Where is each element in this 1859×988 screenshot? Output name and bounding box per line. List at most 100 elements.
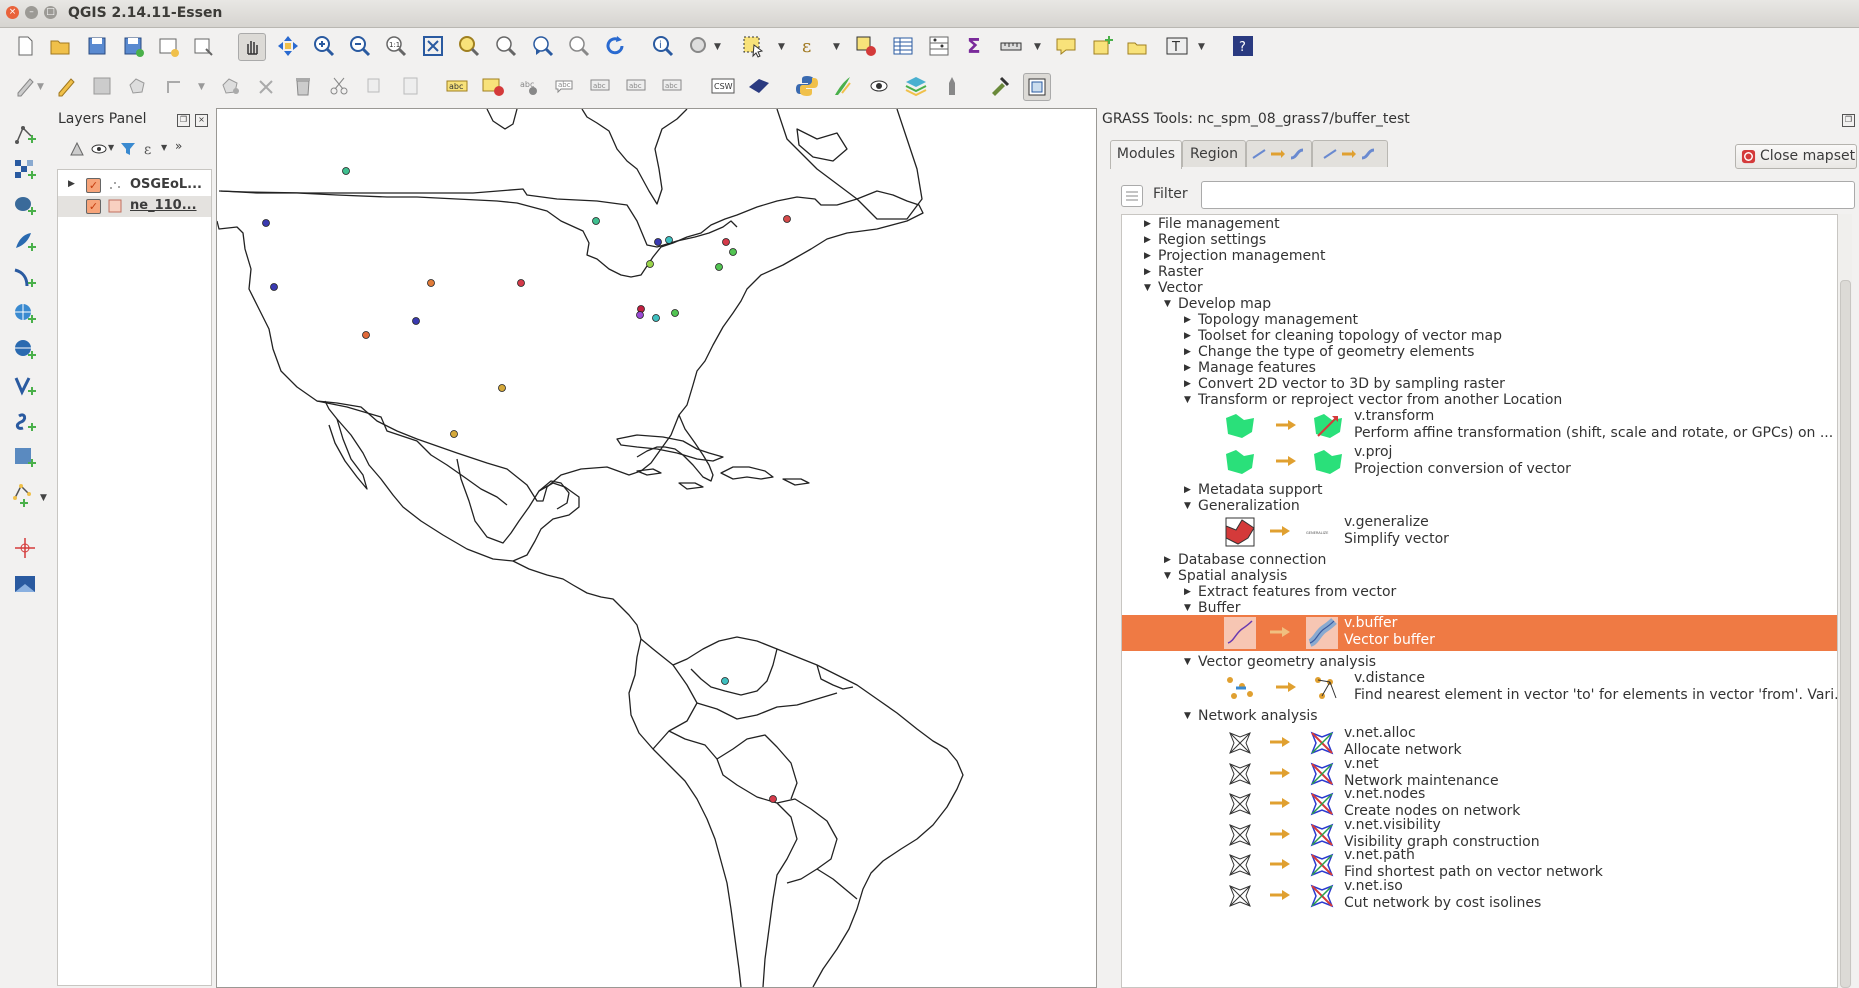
module-v-buffer[interactable]: v.buffer Vector buffer [1122, 615, 1837, 651]
grass-tools-icon[interactable] [830, 73, 856, 99]
add-wms-layer-icon[interactable] [11, 300, 39, 328]
window-maximize-button[interactable]: □ [44, 6, 57, 19]
module-v-net-iso[interactable]: v.net.iso Cut network by cost isolines [1122, 878, 1837, 914]
current-edits-icon[interactable] [12, 73, 38, 99]
map-tips-icon[interactable] [686, 33, 712, 59]
add-crosshair-icon[interactable] [11, 534, 39, 562]
add-delimited-text-layer-icon[interactable] [11, 408, 39, 436]
delete-part-icon[interactable] [254, 73, 280, 99]
text-annotation-tool-icon[interactable]: T [1164, 33, 1190, 59]
add-wfs-layer-icon[interactable] [11, 372, 39, 400]
float-panel-button[interactable]: ❐ [1842, 114, 1855, 127]
manage-visibility-icon[interactable] [89, 139, 109, 159]
metasearch-icon[interactable]: CSW [710, 73, 736, 99]
visibility-dropdown[interactable]: ▼ [108, 143, 114, 152]
add-wcs-layer-icon[interactable] [11, 336, 39, 364]
expand-arrow-icon[interactable]: ▶ [68, 179, 75, 189]
zoom-out-icon[interactable] [347, 33, 373, 59]
zoom-in-icon[interactable] [311, 33, 337, 59]
save-project-icon[interactable] [84, 33, 110, 59]
python-console-icon[interactable] [794, 73, 820, 99]
text-annotation-icon[interactable] [1053, 33, 1079, 59]
move-feature-icon[interactable] [162, 73, 188, 99]
layer-styling-icon[interactable] [67, 139, 87, 159]
statistical-summary-icon[interactable]: Σ [962, 33, 988, 59]
change-label-icon[interactable]: abc [660, 73, 686, 99]
select-dropdown[interactable]: ▼ [778, 42, 785, 52]
show-eye-icon[interactable] [866, 73, 892, 99]
georeferencer-icon[interactable] [939, 73, 965, 99]
new-project-icon[interactable] [12, 33, 38, 59]
move-dropdown[interactable]: ▼ [198, 82, 205, 92]
composer-manager-icon[interactable] [190, 33, 216, 59]
panel-splitter[interactable] [1096, 108, 1100, 986]
new-print-composer-icon[interactable] [155, 33, 181, 59]
add-mssql-layer-icon[interactable] [11, 264, 39, 292]
delete-selected-icon[interactable] [290, 73, 316, 99]
layer-row[interactable]: ✓ ne_110... [58, 196, 211, 217]
tab-region[interactable]: Region [1182, 140, 1246, 167]
zoom-native-icon[interactable]: 1:1 [383, 33, 409, 59]
layer-visibility-checkbox[interactable]: ✓ [86, 199, 101, 214]
close-mapset-button[interactable]: Close mapset [1735, 144, 1857, 169]
refresh-icon[interactable] [602, 33, 628, 59]
more-tools-icon[interactable]: » [175, 139, 195, 159]
select-features-icon[interactable] [740, 33, 766, 59]
pan-to-selection-icon[interactable] [275, 33, 301, 59]
tab-modules[interactable]: Modules [1110, 140, 1182, 169]
expression-dropdown[interactable]: ▼ [833, 42, 840, 52]
pan-map-icon[interactable] [238, 33, 266, 61]
move-label-icon[interactable]: abc [588, 73, 614, 99]
zoom-last-icon[interactable] [530, 33, 556, 59]
node-tool-icon[interactable] [218, 73, 244, 99]
add-postgis-layer-icon[interactable] [11, 192, 39, 220]
identify-features-icon[interactable]: i [650, 33, 676, 59]
add-vector-layer-icon[interactable] [11, 120, 39, 148]
filter-legend-icon[interactable] [118, 139, 138, 159]
window-close-button[interactable]: × [6, 6, 19, 19]
toggle-editing-icon[interactable] [53, 73, 79, 99]
new-shapefile-layer-icon[interactable] [11, 480, 39, 508]
copy-features-icon[interactable] [362, 73, 388, 99]
attribute-table-icon[interactable] [890, 33, 916, 59]
add-raster-image-icon[interactable] [11, 570, 39, 598]
save-as-icon[interactable] [120, 33, 146, 59]
pin-labels-icon[interactable]: abc [516, 73, 542, 99]
cut-features-icon[interactable] [326, 73, 352, 99]
module-v-proj[interactable]: v.proj Projection conversion of vector [1122, 444, 1837, 480]
diagram-options-icon[interactable] [480, 73, 506, 99]
tab-command-output[interactable] [1312, 140, 1388, 167]
add-feature-icon[interactable] [125, 73, 151, 99]
expression-filter-dropdown[interactable]: ▼ [161, 143, 167, 152]
add-spatialite-layer-icon[interactable] [11, 228, 39, 256]
filter-by-expression-icon[interactable]: ε [141, 139, 161, 159]
paste-features-icon[interactable] [398, 73, 424, 99]
form-annotation-icon[interactable] [1089, 33, 1115, 59]
tree-item-network-analysis[interactable]: ▼ Network analysis [1184, 707, 1318, 726]
window-minimize-button[interactable]: – [25, 6, 38, 19]
vector-layer-icon[interactable] [746, 73, 772, 99]
layer-row[interactable]: ▶ ✓ OSGEoL... [58, 175, 211, 196]
save-layer-edits-icon[interactable] [89, 73, 115, 99]
close-panel-button[interactable]: × [195, 114, 208, 127]
module-v-transform[interactable]: v.transform Perform affine transformatio… [1122, 408, 1837, 444]
field-calculator-icon[interactable] [926, 33, 952, 59]
layer-stack-icon[interactable] [903, 73, 929, 99]
add-virtual-layer-icon[interactable] [11, 444, 39, 472]
svg-annotation-icon[interactable] [1124, 33, 1150, 59]
deselect-all-icon[interactable] [853, 33, 879, 59]
rotate-label-icon[interactable]: abc [624, 73, 650, 99]
tab-output[interactable] [1246, 140, 1312, 167]
module-v-distance[interactable]: v.distance Find nearest element in vecto… [1122, 670, 1837, 706]
filter-input[interactable] [1201, 181, 1855, 209]
zoom-to-selection-icon[interactable] [456, 33, 482, 59]
float-panel-button[interactable]: ❐ [177, 114, 190, 127]
panel-splitter[interactable] [211, 108, 215, 986]
zoom-next-icon[interactable] [566, 33, 592, 59]
scrollbar-thumb[interactable] [1840, 280, 1851, 988]
add-raster-layer-icon[interactable] [11, 156, 39, 184]
map-canvas[interactable] [216, 108, 1097, 988]
zoom-full-icon[interactable] [420, 33, 446, 59]
edits-dropdown[interactable]: ▼ [37, 82, 44, 92]
show-hide-labels-icon[interactable]: abc [552, 73, 578, 99]
